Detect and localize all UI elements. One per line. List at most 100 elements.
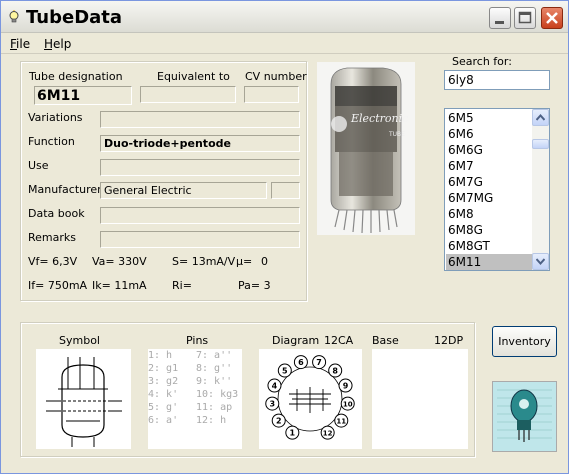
function-field[interactable]: Duo-triode+pentode [100, 135, 300, 152]
mu-label: µ= [236, 255, 253, 268]
pins-panel: 1: h 7: a'' 2: g1 8: g'' 3: g2 9: k'' 4: k' 10:… [148, 349, 242, 449]
diagram-pin-label: 9 [343, 382, 349, 391]
close-button[interactable] [541, 7, 563, 29]
window-title: TubeData [26, 7, 123, 28]
use-field[interactable] [100, 159, 300, 176]
tube-symbol-diagram [46, 357, 122, 447]
minimize-button[interactable] [489, 7, 511, 29]
scroll-thumb[interactable] [532, 139, 549, 149]
diagram-pin-label: 7 [316, 358, 322, 367]
variations-label: Variations [28, 111, 83, 124]
tube-listbox[interactable]: 6M5 6M6 6M6G 6M7 6M7G 6M7MG 6M8 6M8G 6M8GT 6M11 [444, 108, 550, 271]
list-item[interactable]: 6M11 [446, 254, 532, 270]
main-window: TubeData File Help Tube designation Equi… [0, 0, 569, 474]
pin-entry: 3: g2 [148, 376, 179, 387]
tube-photo-image: Electronic TUBE [317, 62, 415, 235]
cv-number-field[interactable] [244, 86, 299, 103]
list-item[interactable]: 6M6 [446, 126, 532, 142]
pin-diagram: 123456 789101112 [265, 355, 355, 440]
diagram-code: 12CA [324, 334, 354, 347]
scroll-up-button[interactable] [532, 109, 549, 126]
diagram-electrodes [289, 387, 331, 413]
diagram-pin-label: 3 [269, 400, 275, 409]
equivalent-field[interactable] [140, 86, 236, 103]
ik-value: Ik= 11mA [92, 279, 147, 292]
chevron-up-icon [536, 114, 545, 121]
if-value: If= 750mA [28, 279, 88, 292]
manufacturer-label: Manufacturer [28, 183, 102, 196]
maximize-icon [518, 11, 532, 24]
list-item[interactable]: 6M8 [446, 206, 532, 222]
inventory-button[interactable]: Inventory [492, 326, 557, 357]
pa-value: Pa= 3 [238, 279, 271, 292]
tube-label-text: TUBE [388, 131, 405, 138]
diagram-pin-label: 6 [298, 358, 304, 367]
base-code: 12DP [434, 334, 464, 347]
vf-value: Vf= 6,3V [28, 255, 78, 268]
diagram-pin-label: 12 [323, 430, 333, 438]
list-item[interactable]: 6M7G [446, 174, 532, 190]
pin-entry: 12: h [196, 415, 227, 426]
diagram-pin-label: 4 [272, 382, 278, 391]
symbol-label: Symbol [59, 334, 100, 347]
pin-entry: 6: a' [148, 415, 179, 426]
app-logo [492, 381, 557, 452]
tube-brand-text: Electronic [350, 112, 408, 125]
designation-label: Tube designation [29, 70, 123, 83]
symbol-panel [36, 349, 131, 449]
close-icon [546, 12, 558, 24]
diagram-pin-label: 1 [290, 429, 296, 438]
equivalent-label: Equivalent to [157, 70, 230, 83]
pin-entry: 8: g'' [196, 363, 233, 374]
pin-entry: 9: k'' [196, 376, 233, 387]
base-panel [372, 349, 468, 449]
list-item[interactable]: 6M8G [446, 222, 532, 238]
lightbulb-icon [9, 10, 19, 23]
s-value: S= 13mA/V [172, 255, 236, 268]
maximize-button[interactable] [514, 7, 536, 29]
scroll-down-button[interactable] [532, 253, 549, 270]
variations-field[interactable] [100, 111, 300, 128]
search-label: Search for: [452, 55, 512, 68]
pin-entry: 1: h [148, 350, 173, 361]
list-item[interactable]: 6M7MG [446, 190, 532, 206]
list-item[interactable]: 6M7 [446, 158, 532, 174]
ri-value: Ri= [172, 279, 192, 292]
remarks-field[interactable] [100, 231, 300, 248]
file-mnemonic-underline [10, 49, 17, 50]
pins-label: Pins [186, 334, 209, 347]
diagram-pin-label: 5 [282, 367, 288, 376]
minimize-icon [495, 21, 504, 24]
search-input[interactable]: 6ly8 [444, 70, 550, 90]
remarks-label: Remarks [28, 231, 76, 244]
list-item[interactable]: 6M5 [446, 110, 532, 126]
list-item[interactable]: 6M6G [446, 142, 532, 158]
base-label: Base [372, 334, 399, 347]
diagram-label: Diagram [272, 334, 320, 347]
chevron-down-icon [536, 258, 545, 265]
diagram-pin-label: 8 [332, 367, 338, 376]
pin-entry: 10: kg3 [196, 389, 239, 400]
databook-label: Data book [28, 207, 85, 220]
help-mnemonic-underline [44, 49, 52, 50]
diagram-pin-label: 10 [343, 401, 353, 409]
diagram-pin-label: 2 [276, 417, 282, 426]
tube-logo-icon [493, 382, 556, 451]
pin-entry: 7: a'' [196, 350, 233, 361]
pin-entry: 2: g1 [148, 363, 179, 374]
menu-bar: File Help [1, 34, 568, 54]
diagram-pin-label: 11 [336, 418, 346, 426]
manufacturer-extra-field[interactable] [271, 182, 300, 199]
tube-photo: Electronic TUBE [317, 62, 415, 235]
list-item[interactable]: 6M8GT [446, 238, 532, 254]
pin-entry: 5: g' [148, 402, 179, 413]
designation-field[interactable]: 6M11 [34, 86, 132, 105]
mu-value: 0 [261, 255, 268, 268]
pin-entry: 4: k' [148, 389, 179, 400]
va-value: Va= 330V [92, 255, 147, 268]
manufacturer-field[interactable]: General Electric [100, 182, 267, 199]
title-bar[interactable]: TubeData [1, 1, 568, 33]
databook-field[interactable] [100, 207, 300, 224]
function-label: Function [28, 135, 75, 148]
listbox-scrollbar[interactable] [532, 109, 549, 270]
